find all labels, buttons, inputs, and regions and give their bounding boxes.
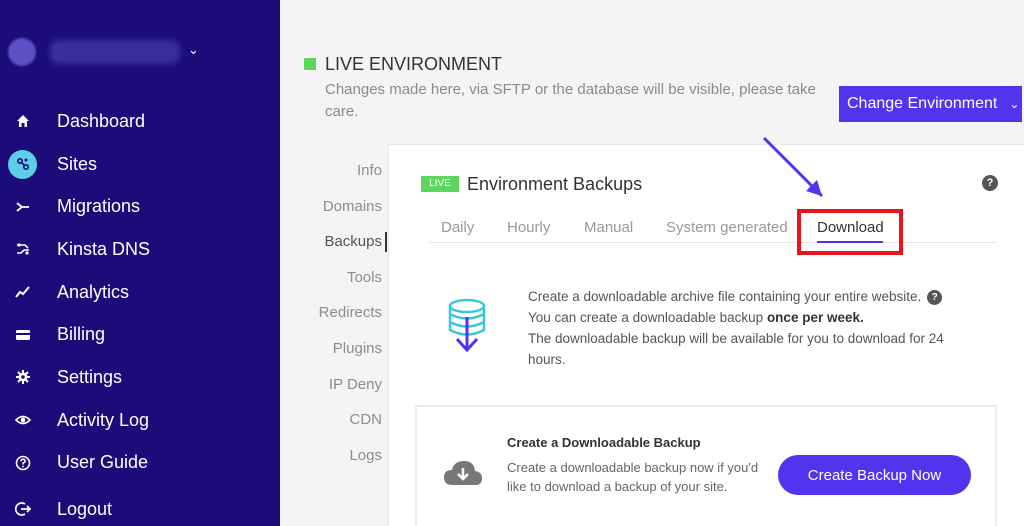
question-icon xyxy=(8,448,37,477)
subnav-item-plugins[interactable]: Plugins xyxy=(290,336,382,372)
eye-icon xyxy=(8,406,37,435)
backups-card: LIVE Environment Backups ? Daily Hourly … xyxy=(388,144,1024,526)
annotation-arrow xyxy=(762,136,824,198)
sidebar-item-label: Analytics xyxy=(57,281,130,302)
sidebar-item-kinsta-dns[interactable]: Kinsta DNS xyxy=(0,228,280,271)
logout-icon xyxy=(8,495,37,524)
sidebar-item-sites[interactable]: Sites xyxy=(0,143,280,186)
change-environment-button[interactable]: Change Environment ⌄ xyxy=(839,86,1022,122)
sidebar-item-label: Migrations xyxy=(57,196,141,217)
subnav-item-info[interactable]: Info xyxy=(290,158,382,194)
sidebar-item-billing[interactable]: Billing xyxy=(0,313,280,356)
subnav-item-backups[interactable]: Backups xyxy=(290,229,382,265)
download-backup-icon xyxy=(448,298,486,353)
tab-manual[interactable]: Manual xyxy=(584,219,633,236)
sidebar-item-migrations[interactable]: Migrations xyxy=(0,185,280,228)
tab-system-generated[interactable]: System generated xyxy=(666,219,788,236)
subnav-item-domains[interactable]: Domains xyxy=(290,194,382,230)
live-badge: LIVE xyxy=(421,176,459,192)
create-backup-title: Create a Downloadable Backup xyxy=(507,435,701,450)
sidebar-item-label: Logout xyxy=(57,498,113,519)
chevron-down-icon: ⌄ xyxy=(1009,97,1020,111)
chevron-down-icon[interactable]: ⌄ xyxy=(188,42,199,58)
create-backup-panel: Create a Downloadable Backup Create a do… xyxy=(415,405,997,526)
cloud-download-icon xyxy=(444,461,482,485)
gear-icon xyxy=(8,363,37,392)
download-info: Create a downloadable archive file conta… xyxy=(528,286,958,370)
sidebar-item-analytics[interactable]: Analytics xyxy=(0,271,280,314)
change-environment-label: Change Environment xyxy=(847,95,998,112)
sidebar-item-label: User Guide xyxy=(57,452,149,473)
billing-icon xyxy=(8,320,37,349)
sidebar-item-label: Sites xyxy=(57,153,98,174)
subnav-item-cdn[interactable]: CDN xyxy=(290,407,383,443)
download-tab-highlight xyxy=(797,209,903,255)
subnav-item-redirects[interactable]: Redirects xyxy=(290,300,382,336)
home-icon xyxy=(8,107,37,136)
dns-icon xyxy=(8,235,37,264)
account-switcher[interactable]: ⌄ xyxy=(8,38,199,66)
sidebar-item-activity-log[interactable]: Activity Log xyxy=(0,399,280,442)
sidebar-item-label: Kinsta DNS xyxy=(57,238,151,259)
account-name-blurred xyxy=(50,40,180,64)
sidebar-item-settings[interactable]: Settings xyxy=(0,356,280,399)
card-title: Environment Backups xyxy=(467,174,643,194)
sidebar-nav: Dashboard Sites Migrations Kinsta DNS An… xyxy=(0,100,280,519)
subnav-item-logs[interactable]: Logs xyxy=(290,443,382,479)
subnav-item-ip-deny[interactable]: IP Deny xyxy=(290,372,382,408)
help-icon[interactable]: ? xyxy=(982,175,998,191)
create-backup-description: Create a downloadable backup now if you'… xyxy=(507,460,759,494)
sidebar-item-user-guide[interactable]: User Guide xyxy=(0,442,280,485)
subnav-item-tools[interactable]: Tools xyxy=(290,265,382,301)
info-line-3: The downloadable backup will be availabl… xyxy=(528,331,944,367)
tab-daily[interactable]: Daily xyxy=(441,219,474,236)
sidebar-item-label: Activity Log xyxy=(57,409,150,430)
sidebar: ⌄ Dashboard Sites Migrations Kinsta DNS … xyxy=(0,0,280,526)
migrations-icon xyxy=(8,192,37,221)
live-status-dot xyxy=(304,58,316,70)
analytics-icon xyxy=(8,278,37,307)
avatar xyxy=(8,38,36,66)
sites-icon xyxy=(8,149,37,179)
sidebar-item-label: Dashboard xyxy=(57,110,146,131)
subnav-active-indicator xyxy=(385,232,387,252)
info-line-2-bold: once per week. xyxy=(766,310,864,325)
environment-description: Changes made here, via SFTP or the datab… xyxy=(325,81,816,120)
sidebar-item-label: Billing xyxy=(57,324,106,345)
tab-hourly[interactable]: Hourly xyxy=(507,219,550,236)
create-backup-button[interactable]: Create Backup Now xyxy=(778,455,971,495)
sidebar-item-dashboard[interactable]: Dashboard xyxy=(0,100,280,143)
backup-tabs: Daily Hourly Manual System generated Dow… xyxy=(429,217,997,243)
page-title: LIVE ENVIRONMENT xyxy=(325,54,503,74)
info-line-1: Create a downloadable archive file conta… xyxy=(528,289,922,304)
info-line-2: You can create a downloadable backup xyxy=(528,310,767,325)
help-icon[interactable]: ? xyxy=(927,290,943,305)
sidebar-item-label: Settings xyxy=(57,366,123,387)
site-subnav: Info Domains Backups Tools Redirects Plu… xyxy=(290,158,382,478)
